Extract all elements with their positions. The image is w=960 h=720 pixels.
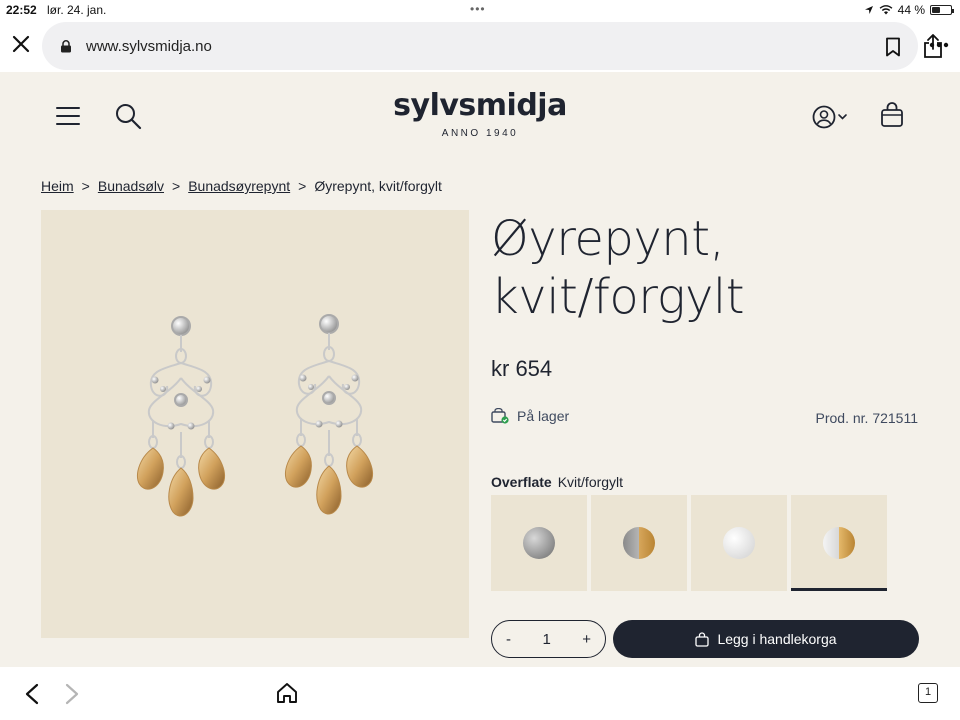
url-field[interactable]: www.sylvsmidja.no [42, 22, 942, 70]
site-header: sylvsmidja ANNO 1940 [0, 72, 960, 162]
stock-status: På lager [491, 408, 569, 424]
swatch-oxidized[interactable] [491, 495, 587, 591]
breadcrumb: Heim > Bunadsølv > Bunadsøyrepynt > Øyre… [41, 178, 442, 194]
stock-text: På lager [517, 408, 570, 424]
browser-bottom-toolbar: 1 [0, 667, 960, 720]
swatch-white-dot [723, 527, 755, 559]
wifi-icon [879, 5, 893, 15]
close-icon[interactable] [10, 33, 32, 55]
swatch-oxidized-dot [523, 527, 555, 559]
battery-percent: 44 % [897, 3, 925, 17]
add-to-cart-label: Legg i handlekorga [717, 631, 837, 647]
forward-icon[interactable] [64, 683, 80, 705]
quantity-increase-button[interactable]: + [582, 631, 591, 648]
back-icon[interactable] [24, 683, 40, 705]
more-icon[interactable] [929, 42, 949, 48]
home-icon[interactable] [276, 682, 298, 704]
quantity-value[interactable]: 1 [542, 631, 550, 648]
breadcrumb-bunadsolv[interactable]: Bunadsølv [98, 178, 164, 194]
status-date: lør. 24. jan. [47, 3, 107, 17]
breadcrumb-separator: > [172, 178, 181, 194]
lock-icon [61, 40, 71, 53]
swatch-white-gilt[interactable] [791, 495, 887, 591]
finish-label-title: Overflate [491, 474, 552, 490]
multitask-dots-icon[interactable]: ••• [470, 2, 486, 16]
account-icon[interactable] [812, 104, 850, 130]
cart-bag-icon [695, 631, 710, 647]
quantity-decrease-button[interactable]: - [506, 631, 511, 648]
tabs-icon[interactable]: 1 [918, 683, 938, 703]
finish-selected-value: Kvit/forgylt [557, 474, 624, 490]
product-title-line-2: kvit/forgylt [491, 269, 745, 325]
browser-address-bar: www.sylvsmidja.no [0, 20, 960, 72]
site-logo[interactable]: sylvsmidja [390, 88, 570, 123]
battery-icon [930, 5, 954, 15]
add-to-cart-button[interactable]: Legg i handlekorga [613, 620, 919, 658]
logo-subtitle: ANNO 1940 [441, 128, 519, 139]
finish-label: Overflate Kvit/forgylt [491, 474, 623, 490]
earrings-illustration [137, 314, 374, 517]
status-right: 44 % [864, 3, 954, 17]
location-icon [864, 6, 873, 14]
store-stock-icon [491, 408, 509, 424]
swatch-oxidized-gilt[interactable] [591, 495, 687, 591]
menu-icon[interactable] [56, 106, 80, 126]
breadcrumb-separator: > [298, 178, 307, 194]
status-time: 22:52 [6, 3, 37, 17]
product-price: kr 654 [491, 356, 553, 381]
product-title-line-1: Øyrepynt, [491, 211, 725, 267]
swatch-white[interactable] [691, 495, 787, 591]
product-title: Øyrepynt, kvit/forgylt [491, 210, 931, 326]
breadcrumb-current: Øyrepynt, kvit/forgylt [314, 178, 442, 194]
swatch-white-gilt-dot [823, 527, 855, 559]
product-image[interactable] [41, 210, 469, 638]
finish-swatches [491, 495, 887, 591]
bookmark-icon[interactable] [884, 37, 902, 57]
breadcrumb-oyrepynt[interactable]: Bunadsøyrepynt [188, 178, 290, 194]
shopping-bag-icon[interactable] [880, 102, 904, 128]
swatch-oxidized-gilt-dot [623, 527, 655, 559]
product-number: Prod. nr. 721511 [815, 410, 918, 426]
url-text: www.sylvsmidja.no [86, 38, 212, 55]
search-icon[interactable] [114, 102, 142, 130]
quantity-stepper: - 1 + [491, 620, 606, 658]
breadcrumb-separator: > [81, 178, 90, 194]
breadcrumb-home[interactable]: Heim [41, 178, 74, 194]
status-bar: 22:52 lør. 24. jan. ••• 44 % [0, 0, 960, 20]
